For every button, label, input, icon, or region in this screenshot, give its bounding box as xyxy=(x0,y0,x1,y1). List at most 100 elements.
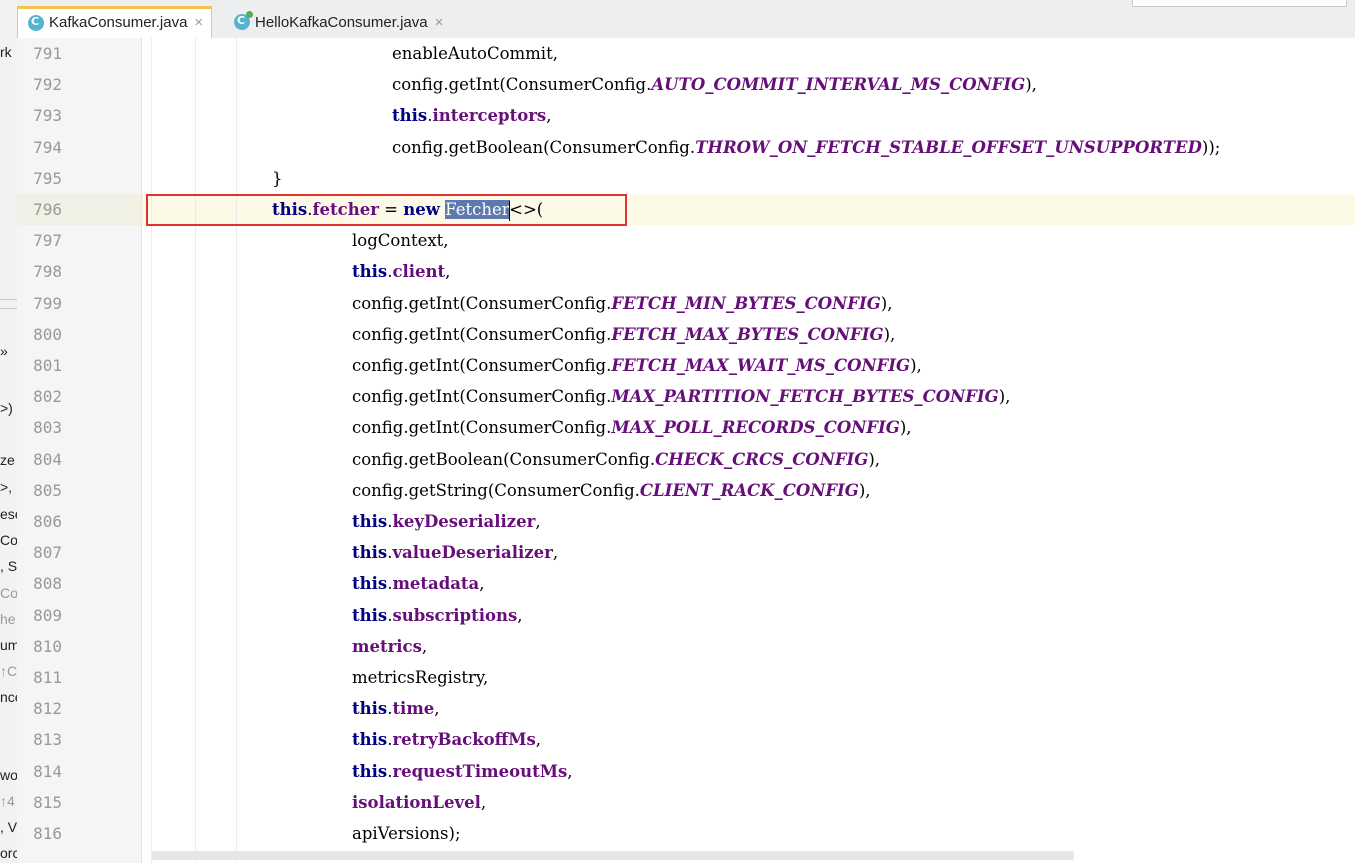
line-number[interactable]: 801 xyxy=(17,350,62,381)
code-text[interactable]: config.getString(ConsumerConfig.CLIENT_R… xyxy=(352,475,871,506)
structure-item-fragment[interactable]: , V xyxy=(0,819,17,835)
code-line[interactable]: 803 config.getInt(ConsumerConfig.MAX_POLL… xyxy=(17,412,1355,443)
code-line[interactable]: 805 config.getString(ConsumerConfig.CLIEN… xyxy=(17,475,1355,506)
code-line[interactable]: 798 this.client, xyxy=(17,256,1355,287)
structure-item-fragment[interactable]: rk xyxy=(0,44,12,60)
code-line[interactable]: 810 metrics, xyxy=(17,631,1355,662)
horizontal-scrollbar[interactable] xyxy=(152,851,1074,860)
line-number[interactable]: 807 xyxy=(17,537,62,568)
line-number[interactable]: 804 xyxy=(17,444,62,475)
code-line[interactable]: 808 this.metadata, xyxy=(17,568,1355,599)
code-line[interactable]: 806 this.keyDeserializer, xyxy=(17,506,1355,537)
line-number[interactable]: 791 xyxy=(17,38,62,69)
structure-item-fragment[interactable]: wo xyxy=(0,767,17,783)
line-number[interactable]: 793 xyxy=(17,100,62,131)
code-line[interactable]: 801 config.getInt(ConsumerConfig.FETCH_MA… xyxy=(17,350,1355,381)
code-text[interactable]: metricsRegistry, xyxy=(352,662,488,693)
line-number[interactable]: 796 xyxy=(17,194,62,225)
code-line[interactable]: 814 this.requestTimeoutMs, xyxy=(17,756,1355,787)
structure-item-fragment[interactable]: , S xyxy=(0,558,17,574)
structure-item-fragment[interactable]: >) xyxy=(0,400,13,416)
close-tab-icon[interactable]: × xyxy=(435,14,444,31)
line-number[interactable]: 813 xyxy=(17,724,62,755)
code-line[interactable]: 792 config.getInt(ConsumerConfig.AUTO_COM… xyxy=(17,69,1355,100)
line-number[interactable]: 799 xyxy=(17,288,62,319)
structure-item-fragment[interactable]: Co xyxy=(0,585,17,601)
code-line[interactable]: 795} xyxy=(17,163,1355,194)
line-number[interactable]: 810 xyxy=(17,631,62,662)
code-line[interactable]: 816 apiVersions); xyxy=(17,818,1355,849)
line-number[interactable]: 795 xyxy=(17,163,62,194)
line-number[interactable]: 816 xyxy=(17,818,62,849)
code-text[interactable]: config.getInt(ConsumerConfig.FETCH_MAX_W… xyxy=(352,350,922,381)
line-number[interactable]: 803 xyxy=(17,412,62,443)
code-text[interactable]: this.metadata, xyxy=(352,568,485,599)
code-text[interactable]: this.valueDeserializer, xyxy=(352,537,558,568)
code-line[interactable]: 813 this.retryBackoffMs, xyxy=(17,724,1355,755)
code-text[interactable]: metrics, xyxy=(352,631,427,662)
code-text[interactable]: config.getInt(ConsumerConfig.FETCH_MIN_B… xyxy=(352,288,892,319)
code-text[interactable]: config.getInt(ConsumerConfig.AUTO_COMMIT… xyxy=(392,69,1037,100)
code-line[interactable]: 800 config.getInt(ConsumerConfig.FETCH_MA… xyxy=(17,319,1355,350)
code-text[interactable]: config.getInt(ConsumerConfig.MAX_POLL_RE… xyxy=(352,412,912,443)
code-text[interactable]: this.time, xyxy=(352,693,440,724)
code-text[interactable]: enableAutoCommit, xyxy=(392,38,558,69)
line-number[interactable]: 812 xyxy=(17,693,62,724)
code-text[interactable]: this.keyDeserializer, xyxy=(352,506,541,537)
code-text[interactable]: this.client, xyxy=(352,256,450,287)
code-line[interactable]: 797 logContext, xyxy=(17,225,1355,256)
code-text[interactable]: logContext, xyxy=(352,225,449,256)
structure-panel[interactable]: rk » >) ze >, ese Co , S Co he um ↑C nce wo ↑4 , V orc xyxy=(0,0,18,863)
code-line[interactable]: 793 this.interceptors, xyxy=(17,100,1355,131)
code-text[interactable]: } xyxy=(272,163,283,194)
code-line[interactable]: 791 enableAutoCommit, xyxy=(17,38,1355,69)
line-number[interactable]: 806 xyxy=(17,506,62,537)
line-number[interactable]: 805 xyxy=(17,475,62,506)
code-line[interactable]: 799 config.getInt(ConsumerConfig.FETCH_MI… xyxy=(17,288,1355,319)
line-number[interactable]: 815 xyxy=(17,787,62,818)
code-text[interactable]: isolationLevel, xyxy=(352,787,486,818)
code-text[interactable]: apiVersions); xyxy=(352,818,461,849)
code-text[interactable]: config.getBoolean(ConsumerConfig.CHECK_C… xyxy=(352,444,880,475)
code-line[interactable]: 815 isolationLevel, xyxy=(17,787,1355,818)
structure-item-fragment[interactable]: Co xyxy=(0,532,17,548)
close-tab-icon[interactable]: × xyxy=(194,14,203,31)
code-text[interactable]: config.getBoolean(ConsumerConfig.THROW_O… xyxy=(392,132,1220,163)
code-line[interactable]: 804 config.getBoolean(ConsumerConfig.CHEC… xyxy=(17,444,1355,475)
code-line[interactable]: 812 this.time, xyxy=(17,693,1355,724)
line-number[interactable]: 802 xyxy=(17,381,62,412)
code-text[interactable]: this.subscriptions, xyxy=(352,600,523,631)
line-number[interactable]: 809 xyxy=(17,600,62,631)
line-number[interactable]: 798 xyxy=(17,256,62,287)
code-text[interactable]: this.requestTimeoutMs, xyxy=(352,756,573,787)
code-text[interactable]: this.interceptors, xyxy=(392,100,551,131)
structure-item-fragment[interactable]: orc xyxy=(0,845,17,861)
line-number[interactable]: 794 xyxy=(17,132,62,163)
structure-item-fragment[interactable]: he xyxy=(0,611,16,627)
structure-item-fragment[interactable]: » xyxy=(0,343,8,359)
code-text[interactable]: this.retryBackoffMs, xyxy=(352,724,541,755)
tab-hello-kafka-consumer[interactable]: HelloKafkaConsumer.java × xyxy=(224,6,451,38)
code-line[interactable]: 809 this.subscriptions, xyxy=(17,600,1355,631)
code-line[interactable]: 811 metricsRegistry, xyxy=(17,662,1355,693)
code-line[interactable]: 794 config.getBoolean(ConsumerConfig.THRO… xyxy=(17,132,1355,163)
code-text[interactable]: config.getInt(ConsumerConfig.FETCH_MAX_B… xyxy=(352,319,895,350)
line-number[interactable]: 792 xyxy=(17,69,62,100)
line-number[interactable]: 814 xyxy=(17,756,62,787)
tab-kafka-consumer[interactable]: KafkaConsumer.java × xyxy=(17,6,213,38)
structure-item-fragment[interactable]: um xyxy=(0,637,17,653)
line-number[interactable]: 800 xyxy=(17,319,62,350)
line-number[interactable]: 797 xyxy=(17,225,62,256)
code-editor[interactable]: 791 enableAutoCommit, 792 config.getInt(Con… xyxy=(17,38,1355,863)
code-text[interactable]: config.getInt(ConsumerConfig.MAX_PARTITI… xyxy=(352,381,1010,412)
structure-item-fragment[interactable]: ↑4 xyxy=(0,793,15,809)
code-line[interactable]: 807 this.valueDeserializer, xyxy=(17,537,1355,568)
line-number[interactable]: 808 xyxy=(17,568,62,599)
structure-item-fragment[interactable]: ze xyxy=(0,452,15,468)
structure-item-fragment[interactable]: ese xyxy=(0,506,17,522)
line-number[interactable]: 811 xyxy=(17,662,62,693)
code-line[interactable]: 802 config.getInt(ConsumerConfig.MAX_PART… xyxy=(17,381,1355,412)
structure-item-fragment[interactable]: >, xyxy=(0,479,12,495)
structure-item-fragment[interactable]: nce xyxy=(0,689,17,705)
structure-item-fragment[interactable]: ↑C xyxy=(0,663,17,679)
